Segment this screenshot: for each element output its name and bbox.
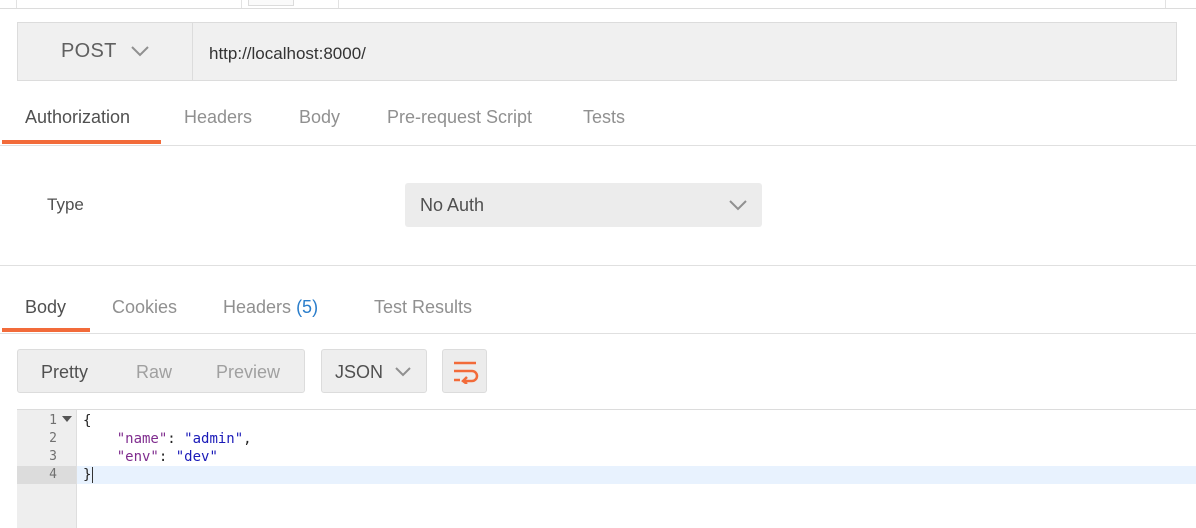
tab-divider: [1165, 0, 1166, 8]
format-label: JSON: [335, 362, 384, 382]
tab-response-body[interactable]: Body: [25, 297, 66, 318]
code-line-3: "env": "dev": [83, 448, 218, 466]
code-line-1: {: [83, 412, 91, 430]
json-brace: }: [83, 467, 92, 483]
active-line-highlight: [77, 466, 1196, 484]
headers-count-badge: (5): [296, 297, 319, 317]
json-string-value: "admin": [184, 431, 244, 447]
json-separator: :: [167, 431, 185, 447]
method-label: POST: [61, 40, 117, 62]
json-string-value: "dev": [175, 449, 218, 465]
response-body-editor[interactable]: 1 2 3 4 { "name": "admin", "env": "dev" …: [17, 409, 1196, 528]
json-key: "name": [116, 431, 168, 447]
auth-type-value: No Auth: [420, 195, 485, 215]
auth-type-select[interactable]: No Auth: [405, 183, 762, 227]
url-input[interactable]: http://localhost:8000/: [209, 44, 366, 64]
tab-divider: [241, 0, 242, 8]
view-mode-pretty[interactable]: Pretty: [41, 362, 88, 383]
tab-response-headers[interactable]: Headers (5): [223, 297, 318, 318]
chevron-down-icon: [131, 46, 149, 57]
request-url-bar: POST http://localhost:8000/: [17, 22, 1177, 81]
text-cursor: [92, 467, 94, 483]
top-tab-strip: [0, 0, 1196, 9]
active-tab-indicator: [2, 140, 161, 144]
code-line-4: }: [83, 466, 94, 484]
auth-type-label: Type: [47, 195, 84, 214]
format-select[interactable]: JSON: [321, 349, 427, 393]
tab-tests[interactable]: Tests: [583, 107, 625, 128]
chevron-down-icon: [729, 200, 747, 211]
tab-headers[interactable]: Headers: [184, 107, 252, 128]
view-mode-preview[interactable]: Preview: [216, 362, 280, 383]
view-mode-group: Pretty Raw Preview: [17, 349, 305, 393]
method-select[interactable]: POST: [18, 23, 193, 80]
json-key: "env": [116, 449, 159, 465]
json-separator: :: [158, 449, 176, 465]
tab-response-headers-label: Headers: [223, 297, 292, 317]
line-number: 1: [49, 413, 57, 428]
tab-pre-request-script[interactable]: Pre-request Script: [387, 107, 532, 128]
line-number: 3: [49, 449, 57, 464]
chevron-down-icon: [395, 367, 411, 377]
tab-divider: [338, 0, 339, 8]
json-comma: ,: [243, 431, 252, 447]
tab-test-results[interactable]: Test Results: [374, 297, 472, 318]
line-number: 2: [49, 431, 57, 446]
view-mode-raw[interactable]: Raw: [136, 362, 172, 383]
line-number-gutter: 1 2 3 4: [17, 410, 77, 528]
tab-cookies[interactable]: Cookies: [112, 297, 177, 318]
request-tab[interactable]: [248, 0, 294, 6]
code-line-2: "name": "admin",: [83, 430, 252, 448]
response-tabs: Body Cookies Headers (5) Test Results: [0, 284, 1196, 334]
line-number: 4: [49, 467, 57, 482]
tab-body[interactable]: Body: [299, 107, 340, 128]
active-tab-indicator: [2, 328, 90, 332]
auth-panel: Type No Auth: [0, 145, 1196, 266]
json-brace: {: [83, 413, 92, 429]
wrap-lines-icon: [454, 361, 479, 384]
wrap-lines-button[interactable]: [442, 349, 487, 393]
tab-authorization[interactable]: Authorization: [25, 107, 130, 128]
request-tabs: Authorization Headers Body Pre-request S…: [0, 95, 1196, 146]
fold-toggle-icon[interactable]: [62, 416, 72, 422]
tab-divider: [16, 0, 17, 8]
